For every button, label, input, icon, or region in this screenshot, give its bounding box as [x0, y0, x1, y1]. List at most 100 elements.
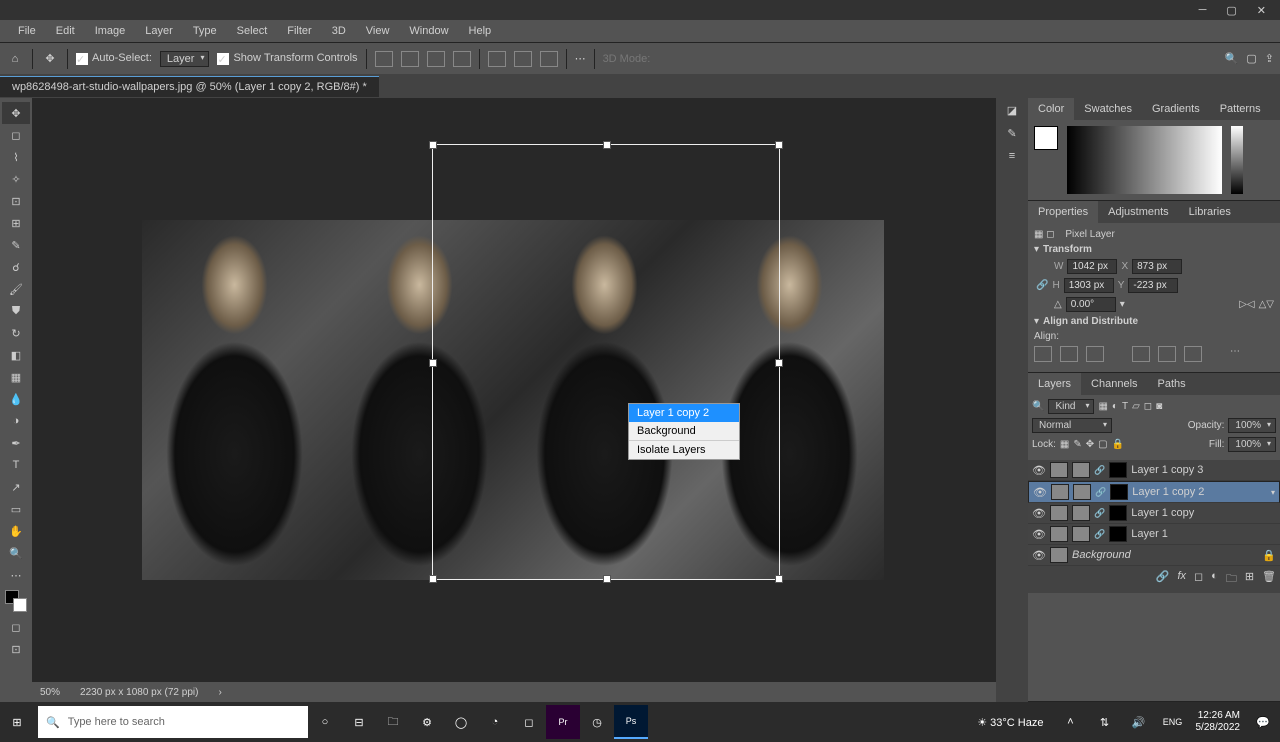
eraser-tool[interactable]: ◧ — [2, 344, 30, 366]
layer-mask[interactable] — [1109, 505, 1127, 521]
zoom-level[interactable]: 50% — [40, 687, 60, 698]
tab-libraries[interactable]: Libraries — [1179, 201, 1241, 223]
lock-transparency-icon[interactable]: ▦ — [1060, 439, 1069, 450]
layer-thumb2[interactable] — [1072, 505, 1090, 521]
minimize-button[interactable]: ─ — [1189, 2, 1217, 18]
menu-edit[interactable]: Edit — [48, 22, 83, 40]
close-button[interactable]: ✕ — [1247, 2, 1276, 19]
menu-file[interactable]: File — [10, 22, 44, 40]
menu-select[interactable]: Select — [229, 22, 276, 40]
ctx-isolate-option[interactable]: Isolate Layers — [629, 441, 739, 459]
opacity-input[interactable]: 100% — [1228, 418, 1276, 433]
tab-adjustments[interactable]: Adjustments — [1098, 201, 1179, 223]
dodge-tool[interactable]: ◑ — [2, 410, 30, 432]
layer-mask[interactable] — [1110, 484, 1128, 500]
healing-tool[interactable]: ☌ — [2, 256, 30, 278]
prop-align-centerv[interactable] — [1158, 346, 1176, 362]
volume-icon[interactable]: 🔊 — [1122, 705, 1156, 739]
filter-shape-icon[interactable]: ▱ — [1132, 401, 1140, 412]
visibility-icon[interactable]: 👁 — [1032, 464, 1046, 477]
taskbar-search[interactable]: 🔍 Type here to search — [38, 706, 308, 738]
layer-thumb2[interactable] — [1072, 526, 1090, 542]
prop-align-more[interactable]: ⋯ — [1230, 346, 1248, 362]
home-icon[interactable]: ⌂ — [6, 50, 24, 68]
document-tab[interactable]: wp8628498-art-studio-wallpapers.jpg @ 50… — [0, 76, 379, 97]
doc-info[interactable]: 2230 px x 1080 px (72 ppi) — [80, 687, 198, 698]
value-slider[interactable] — [1231, 126, 1243, 194]
auto-select-target[interactable]: Layer — [160, 51, 210, 67]
blur-tool[interactable]: 💧 — [2, 388, 30, 410]
layer-thumb[interactable] — [1050, 505, 1068, 521]
filter-adjust-icon[interactable]: ◐ — [1112, 401, 1118, 412]
align-right-icon[interactable] — [427, 51, 445, 67]
filter-type-icon[interactable]: T — [1122, 401, 1128, 412]
obs-icon[interactable]: ◷ — [580, 705, 614, 739]
prop-align-right[interactable] — [1086, 346, 1104, 362]
more-align-icon[interactable]: ⋯ — [575, 52, 586, 65]
fill-input[interactable]: 100% — [1228, 437, 1276, 452]
layer-filter-icon[interactable]: 🔍 — [1032, 401, 1044, 412]
crop-tool[interactable]: ⊡ — [2, 190, 30, 212]
tab-swatches[interactable]: Swatches — [1074, 98, 1142, 120]
type-tool[interactable]: T — [2, 454, 30, 476]
rotation-input[interactable] — [1066, 297, 1116, 312]
photoshop-icon[interactable]: Ps — [614, 705, 648, 739]
ctx-background-option[interactable]: Background — [629, 422, 739, 440]
layer-mask[interactable] — [1109, 526, 1127, 542]
visibility-icon[interactable]: 👁 — [1032, 528, 1046, 541]
flip-h-icon[interactable]: ▷◁ — [1239, 299, 1254, 310]
wifi-icon[interactable]: ⇅ — [1088, 705, 1122, 739]
weather-widget[interactable]: ☀ 33°C Haze — [967, 716, 1053, 729]
menu-filter[interactable]: Filter — [279, 22, 319, 40]
shape-tool[interactable]: ▭ — [2, 498, 30, 520]
height-input[interactable] — [1064, 278, 1114, 293]
align-bottom-icon[interactable] — [540, 51, 558, 67]
lock-artboard-icon[interactable]: ▢ — [1098, 439, 1107, 450]
move-tool[interactable]: ✥ — [2, 102, 30, 124]
app-icon-1[interactable]: ◻ — [512, 705, 546, 739]
tab-color[interactable]: Color — [1028, 98, 1074, 120]
layer-thumb2[interactable] — [1073, 484, 1091, 500]
prop-align-top[interactable] — [1132, 346, 1150, 362]
menu-type[interactable]: Type — [185, 22, 225, 40]
hand-tool[interactable]: ✋ — [2, 520, 30, 542]
fx-icon[interactable]: fx — [1177, 570, 1186, 589]
stamp-tool[interactable]: ⛊ — [2, 300, 30, 322]
notifications-icon[interactable]: 💬 — [1246, 705, 1280, 739]
menu-layer[interactable]: Layer — [137, 22, 181, 40]
tray-up-icon[interactable]: ˄ — [1054, 705, 1088, 739]
tab-layers[interactable]: Layers — [1028, 373, 1081, 395]
adjustment-layer-icon[interactable]: ◐ — [1211, 570, 1218, 589]
align-section-header[interactable]: ▾ Align and Distribute — [1034, 316, 1274, 327]
filter-smart-icon[interactable]: ◻ — [1144, 401, 1152, 412]
filter-toggle[interactable]: ◙ — [1156, 401, 1162, 412]
tab-channels[interactable]: Channels — [1081, 373, 1147, 395]
marquee-tool[interactable]: ◻ — [2, 124, 30, 146]
layer-thumb2[interactable] — [1072, 462, 1090, 478]
doc-info-arrow[interactable]: › — [218, 687, 221, 698]
maximize-button[interactable]: ▢ — [1216, 2, 1246, 19]
layer-thumb[interactable] — [1050, 526, 1068, 542]
lock-brush-icon[interactable]: ✎ — [1073, 439, 1081, 450]
blend-mode-select[interactable]: Normal — [1032, 418, 1112, 433]
visibility-icon[interactable]: 👁 — [1032, 507, 1046, 520]
foreground-swatch[interactable] — [1034, 126, 1058, 150]
align-center-v-icon[interactable] — [514, 51, 532, 67]
premiere-icon[interactable]: Pr — [546, 705, 580, 739]
language-icon[interactable]: ENG — [1156, 705, 1190, 739]
explorer-icon[interactable]: 🗀 — [376, 705, 410, 739]
lock-position-icon[interactable]: ✥ — [1086, 439, 1094, 450]
align-left-icon[interactable] — [375, 51, 393, 67]
collapsed-panel-icon-2[interactable]: ✎ — [1007, 127, 1016, 140]
layer-row[interactable]: 👁Background🔒 — [1028, 545, 1280, 566]
layer-row[interactable]: 👁🔗Layer 1 — [1028, 524, 1280, 545]
start-button[interactable]: ⊞ — [0, 705, 34, 739]
rotation-dropdown-icon[interactable]: ▾ — [1120, 299, 1125, 310]
layer-thumb[interactable] — [1050, 462, 1068, 478]
link-wh-icon[interactable]: 🔗 — [1036, 280, 1048, 291]
workspace-icon[interactable]: ▢ — [1246, 52, 1256, 65]
x-input[interactable] — [1132, 259, 1182, 274]
history-brush-tool[interactable]: ↻ — [2, 322, 30, 344]
tab-patterns[interactable]: Patterns — [1210, 98, 1271, 120]
prop-align-centerh[interactable] — [1060, 346, 1078, 362]
